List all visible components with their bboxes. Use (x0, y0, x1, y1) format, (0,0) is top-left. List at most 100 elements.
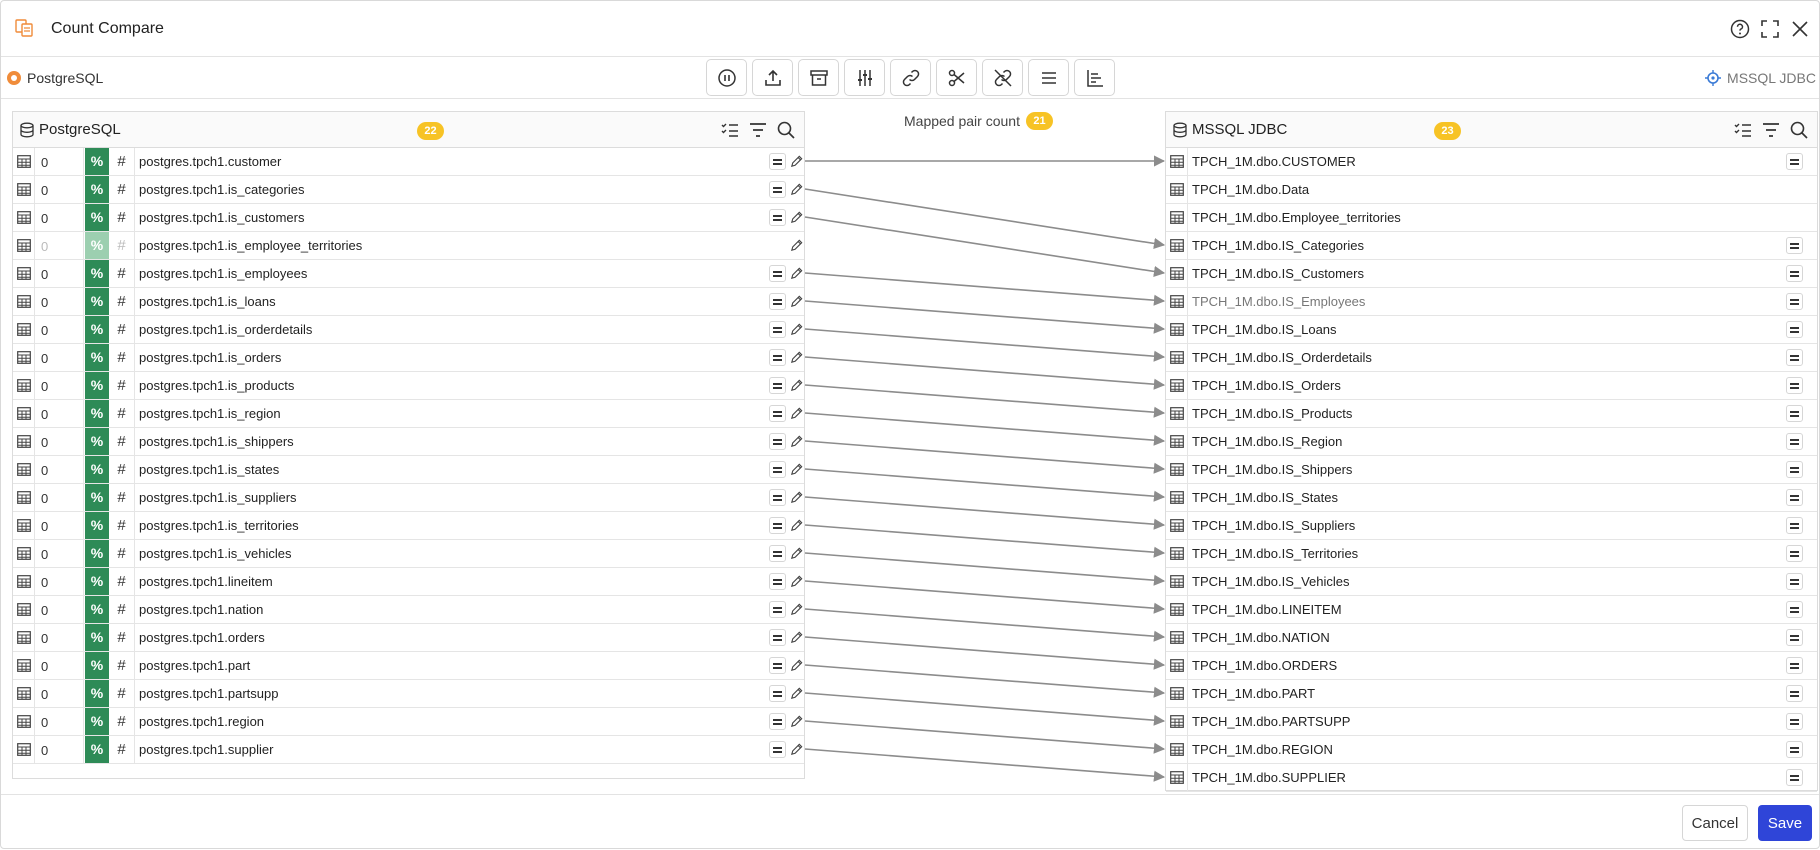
search-icon[interactable] (776, 120, 796, 140)
equals-button[interactable] (1786, 685, 1803, 702)
percent-toggle[interactable]: % (85, 596, 109, 623)
table-row[interactable]: TPCH_1M.dbo.NATION (1166, 624, 1817, 652)
percent-toggle[interactable]: % (85, 260, 109, 287)
percent-toggle[interactable]: % (85, 456, 109, 483)
table-row[interactable]: 0% # postgres.tpch1.partsupp (13, 680, 804, 708)
hash-toggle[interactable]: # (109, 316, 135, 343)
table-row[interactable]: 0% # postgres.tpch1.nation (13, 596, 804, 624)
filter-icon[interactable] (1761, 120, 1781, 140)
equals-button[interactable] (769, 153, 786, 170)
fullscreen-icon[interactable] (1760, 19, 1780, 39)
hash-toggle[interactable]: # (109, 428, 135, 455)
cancel-button[interactable]: Cancel (1682, 805, 1748, 841)
percent-toggle[interactable]: % (85, 568, 109, 595)
percent-toggle[interactable]: % (85, 708, 109, 735)
unlink-button[interactable] (982, 59, 1023, 96)
hash-toggle[interactable]: # (109, 708, 135, 735)
edit-icon[interactable] (789, 182, 804, 197)
equals-button[interactable] (769, 713, 786, 730)
percent-toggle[interactable]: % (85, 232, 109, 259)
hash-toggle[interactable]: # (109, 260, 135, 287)
table-row[interactable]: 0% # postgres.tpch1.is_orders (13, 344, 804, 372)
table-row[interactable]: 0% # postgres.tpch1.is_vehicles (13, 540, 804, 568)
filter-icon[interactable] (748, 120, 768, 140)
edit-icon[interactable] (789, 238, 804, 253)
percent-toggle[interactable]: % (85, 680, 109, 707)
table-row[interactable]: TPCH_1M.dbo.IS_Categories (1166, 232, 1817, 260)
table-row[interactable]: 0% # postgres.tpch1.orders (13, 624, 804, 652)
percent-toggle[interactable]: % (85, 428, 109, 455)
percent-toggle[interactable]: % (85, 736, 109, 763)
table-row[interactable]: 0% # postgres.tpch1.is_suppliers (13, 484, 804, 512)
table-row[interactable]: TPCH_1M.dbo.LINEITEM (1166, 596, 1817, 624)
checklist-icon[interactable] (1733, 120, 1753, 140)
table-row[interactable]: TPCH_1M.dbo.SUPPLIER (1166, 764, 1817, 792)
equals-button[interactable] (769, 209, 786, 226)
edit-icon[interactable] (789, 294, 804, 309)
percent-toggle[interactable]: % (85, 176, 109, 203)
equals-button[interactable] (769, 349, 786, 366)
equals-button[interactable] (769, 489, 786, 506)
table-row[interactable]: TPCH_1M.dbo.IS_Employees (1166, 288, 1817, 316)
table-row[interactable]: TPCH_1M.dbo.IS_Orderdetails (1166, 344, 1817, 372)
equals-button[interactable] (769, 545, 786, 562)
hash-toggle[interactable]: # (109, 624, 135, 651)
equals-button[interactable] (1786, 629, 1803, 646)
edit-icon[interactable] (789, 434, 804, 449)
equals-button[interactable] (1786, 713, 1803, 730)
table-row[interactable]: 0% # postgres.tpch1.is_loans (13, 288, 804, 316)
hash-toggle[interactable]: # (109, 652, 135, 679)
equals-button[interactable] (769, 433, 786, 450)
table-row[interactable]: 0% # postgres.tpch1.is_shippers (13, 428, 804, 456)
edit-icon[interactable] (789, 658, 804, 673)
hash-toggle[interactable]: # (109, 680, 135, 707)
table-row[interactable]: TPCH_1M.dbo.IS_Vehicles (1166, 568, 1817, 596)
table-row[interactable]: TPCH_1M.dbo.IS_States (1166, 484, 1817, 512)
table-row[interactable]: TPCH_1M.dbo.REGION (1166, 736, 1817, 764)
hash-toggle[interactable]: # (109, 232, 135, 259)
search-icon[interactable] (1789, 120, 1809, 140)
equals-button[interactable] (769, 741, 786, 758)
table-row[interactable]: 0% # postgres.tpch1.customer (13, 148, 804, 176)
hash-toggle[interactable]: # (109, 400, 135, 427)
edit-icon[interactable] (789, 406, 804, 421)
percent-toggle[interactable]: % (85, 288, 109, 315)
percent-toggle[interactable]: % (85, 204, 109, 231)
equals-button[interactable] (769, 405, 786, 422)
table-row[interactable]: TPCH_1M.dbo.Employee_territories (1166, 204, 1817, 232)
hash-toggle[interactable]: # (109, 204, 135, 231)
edit-icon[interactable] (789, 266, 804, 281)
equals-button[interactable] (1786, 769, 1803, 786)
scissors-button[interactable] (936, 59, 977, 96)
edit-icon[interactable] (789, 518, 804, 533)
table-row[interactable]: 0% # postgres.tpch1.is_orderdetails (13, 316, 804, 344)
equals-button[interactable] (769, 601, 786, 618)
edit-icon[interactable] (789, 154, 804, 169)
table-row[interactable]: TPCH_1M.dbo.Data (1166, 176, 1817, 204)
equals-button[interactable] (1786, 489, 1803, 506)
equals-button[interactable] (769, 517, 786, 534)
table-row[interactable]: TPCH_1M.dbo.PART (1166, 680, 1817, 708)
edit-icon[interactable] (789, 210, 804, 225)
edit-icon[interactable] (789, 602, 804, 617)
hash-toggle[interactable]: # (109, 148, 135, 175)
edit-icon[interactable] (789, 378, 804, 393)
equals-button[interactable] (1786, 517, 1803, 534)
hash-toggle[interactable]: # (109, 344, 135, 371)
equals-button[interactable] (1786, 657, 1803, 674)
equals-button[interactable] (1786, 237, 1803, 254)
edit-icon[interactable] (789, 350, 804, 365)
equals-button[interactable] (1786, 741, 1803, 758)
upload-button[interactable] (752, 59, 793, 96)
equals-button[interactable] (769, 461, 786, 478)
table-row[interactable]: 0% # postgres.tpch1.is_products (13, 372, 804, 400)
edit-icon[interactable] (789, 714, 804, 729)
table-row[interactable]: 0% # postgres.tpch1.is_territories (13, 512, 804, 540)
equals-button[interactable] (1786, 545, 1803, 562)
hash-toggle[interactable]: # (109, 484, 135, 511)
edit-icon[interactable] (789, 490, 804, 505)
table-row[interactable]: 0% # postgres.tpch1.is_employee_territorie… (13, 232, 804, 260)
table-row[interactable]: 0% # postgres.tpch1.supplier (13, 736, 804, 764)
percent-toggle[interactable]: % (85, 316, 109, 343)
table-row[interactable]: 0% # postgres.tpch1.is_region (13, 400, 804, 428)
